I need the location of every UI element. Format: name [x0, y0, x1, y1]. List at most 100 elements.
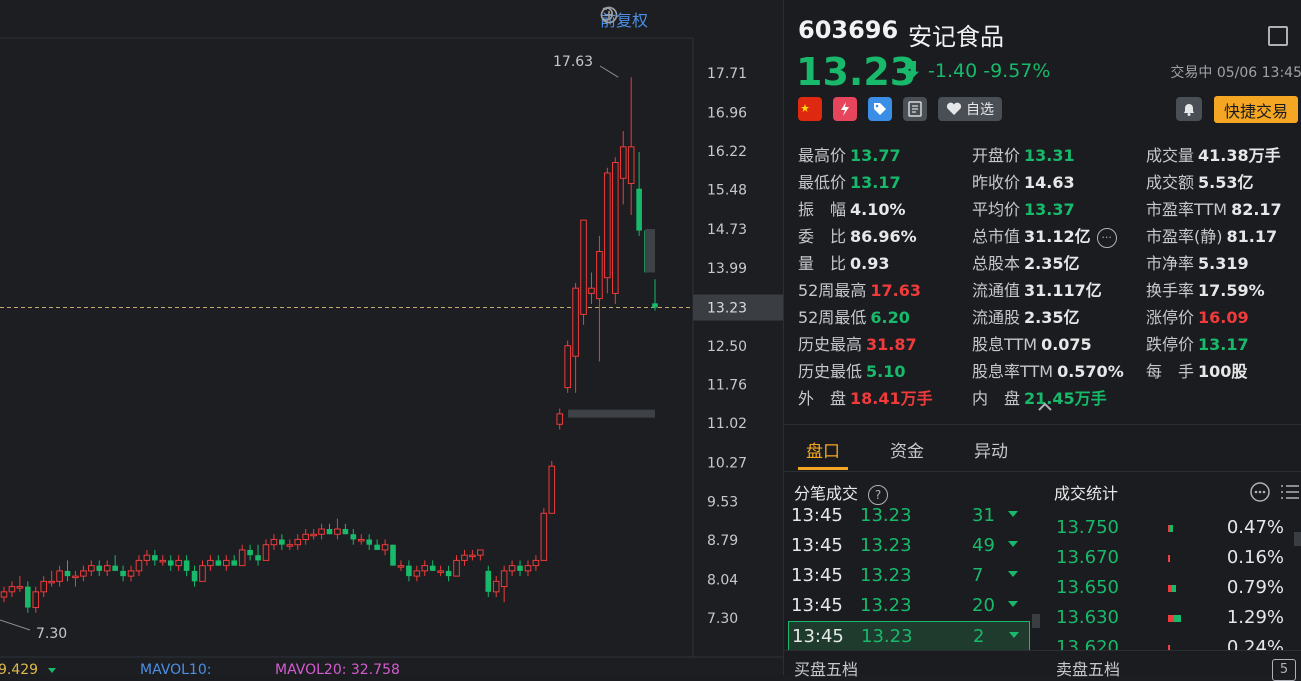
trade-stat-row[interactable]: 13.750 0.47%: [1054, 513, 1294, 543]
trade-stat-row[interactable]: 13.620 0.24%: [1054, 633, 1294, 650]
add-watchlist-button[interactable]: 自选: [938, 97, 1002, 121]
tab-anomaly[interactable]: 异动: [974, 437, 1008, 462]
stat-value: 2.35亿: [1024, 308, 1080, 327]
candle-body: [580, 219, 587, 315]
tab-funds[interactable]: 资金: [890, 437, 924, 462]
trade-stats-header: 成交统计: [1054, 480, 1118, 504]
ticks-scrollbar[interactable]: [1032, 614, 1040, 628]
stat-2-4: 市净率 5.319: [1146, 250, 1249, 274]
candle-body: [302, 533, 309, 540]
candle-body: [40, 580, 47, 593]
trade-stats-list[interactable]: 13.750 0.47% 13.670 0.16% 13.650 0.79% 13.630 1…: [784, 507, 1301, 650]
candle-body: [262, 544, 270, 561]
undo-icon[interactable]: [602, 7, 682, 28]
zoom-out-icon[interactable]: [600, 6, 706, 28]
five-levels-toggle[interactable]: 5: [1272, 659, 1296, 681]
help-icon[interactable]: ?: [868, 484, 889, 505]
stats-scrollbar[interactable]: [1294, 532, 1301, 546]
stat-2-8: 每 手 100股: [1146, 358, 1247, 382]
stat-label: 换手率: [1146, 281, 1195, 300]
trade-stat-bar: [1168, 555, 1170, 562]
candle-body: [286, 544, 294, 547]
candle-body: [255, 555, 261, 561]
list-view-icon[interactable]: [1280, 484, 1300, 500]
candle-body: [25, 586, 31, 608]
candle-body: [469, 554, 476, 558]
candle-body: [334, 528, 341, 535]
stat-value: 17.63: [870, 281, 921, 300]
layout-toggle-icon[interactable]: [1268, 26, 1288, 46]
trade-stat-bar: [1168, 615, 1181, 622]
notes-icon[interactable]: [903, 97, 927, 121]
stat-label: 昨收价: [972, 173, 1021, 192]
trade-stat-price: 13.750: [1056, 517, 1119, 538]
stat-label: 流通股: [972, 308, 1021, 327]
candle-body: [135, 559, 143, 572]
kline-chart[interactable]: 17.71 16.96 16.22 15.48 14.73 13.99 13.23 12.50…: [0, 0, 783, 675]
stat-label: 每 手: [1146, 362, 1195, 381]
candle-body: [556, 413, 564, 425]
candle-body: [627, 146, 635, 184]
candle-body: [56, 570, 63, 582]
stat-value: 13.37: [1024, 200, 1075, 219]
trade-stat-bar: [1168, 525, 1173, 532]
alert-bell-button[interactable]: [1176, 97, 1202, 121]
trade-stat-price: 13.630: [1056, 607, 1119, 628]
zoom-in-icon[interactable]: [600, 6, 730, 28]
collapse-chevron-icon[interactable]: [1038, 402, 1052, 412]
candle-body: [652, 303, 658, 308]
panel-tabs: 盘口 资金 异动: [784, 424, 1301, 472]
china-flag-icon: [798, 97, 822, 121]
candle-body: [48, 580, 55, 584]
candle-body: [406, 565, 412, 577]
trade-stat-row[interactable]: 13.650 0.79%: [1054, 573, 1294, 603]
stat-label: 总股本: [972, 254, 1021, 273]
trading-status: 交易中 05/06 13:45: [1170, 65, 1301, 81]
candle-body: [199, 565, 206, 582]
stat-label: 历史最高: [798, 335, 863, 354]
stat-value: 31.87: [866, 335, 917, 354]
stat-label: 振 幅: [798, 200, 847, 219]
badge-row: 自选: [798, 97, 1002, 121]
candle-body: [342, 528, 349, 535]
stat-label: 量 比: [798, 254, 847, 273]
candle-body: [350, 534, 357, 540]
stat-0-7: 历史最高 31.87: [798, 331, 917, 355]
trade-stat-row[interactable]: 13.630 1.29%: [1054, 603, 1294, 633]
candle-body: [0, 591, 8, 598]
stat-value: 2.35亿: [1024, 254, 1080, 273]
high-annotation: 17.63: [553, 54, 593, 70]
candle-body: [485, 570, 492, 592]
sell-five-levels-label: 卖盘五档: [1056, 660, 1121, 679]
heart-icon: [946, 102, 962, 115]
candle-body: [548, 465, 556, 514]
tag-icon[interactable]: [868, 97, 892, 121]
quote-panel: 603696 安记食品 13.23 ⬇ -1.40 -9.57% 交易中 05/…: [783, 0, 1301, 681]
fast-trade-button[interactable]: 快捷交易: [1214, 96, 1298, 123]
tab-orderbook[interactable]: 盘口: [806, 437, 840, 462]
candle-body: [207, 559, 214, 567]
stat-2-6: 涨停价 16.09: [1146, 304, 1249, 328]
change-percent: -9.57%: [983, 60, 1051, 82]
candle-body: [294, 538, 302, 546]
kline-chart-area[interactable]: 17.71 16.96 16.22 15.48 14.73 13.99 13.23 12.50…: [0, 0, 783, 675]
candle-body: [72, 575, 79, 579]
price-axis-label: 8.04: [707, 572, 738, 588]
stat-value: 82.17: [1231, 200, 1282, 219]
trade-stat-row[interactable]: 13.670 0.16%: [1054, 543, 1294, 573]
more-options-icon[interactable]: [1250, 482, 1270, 502]
stat-value: 5.53亿: [1198, 173, 1254, 192]
candle-body: [88, 565, 95, 572]
candle-body: [247, 549, 253, 556]
stat-label: 最低价: [798, 173, 847, 192]
candle-body: [619, 146, 627, 179]
stat-label: 52周最低: [798, 308, 867, 327]
stat-value: 14.63: [1024, 173, 1075, 192]
candle-body: [508, 565, 516, 572]
ticks-title: 分笔成交: [794, 484, 859, 503]
more-info-icon[interactable]: ···: [1096, 227, 1117, 248]
candle-body: [238, 549, 246, 567]
stat-label: 52周最高: [798, 281, 867, 300]
trade-stat-price: 13.650: [1056, 577, 1119, 598]
margin-trading-icon[interactable]: [833, 97, 857, 121]
